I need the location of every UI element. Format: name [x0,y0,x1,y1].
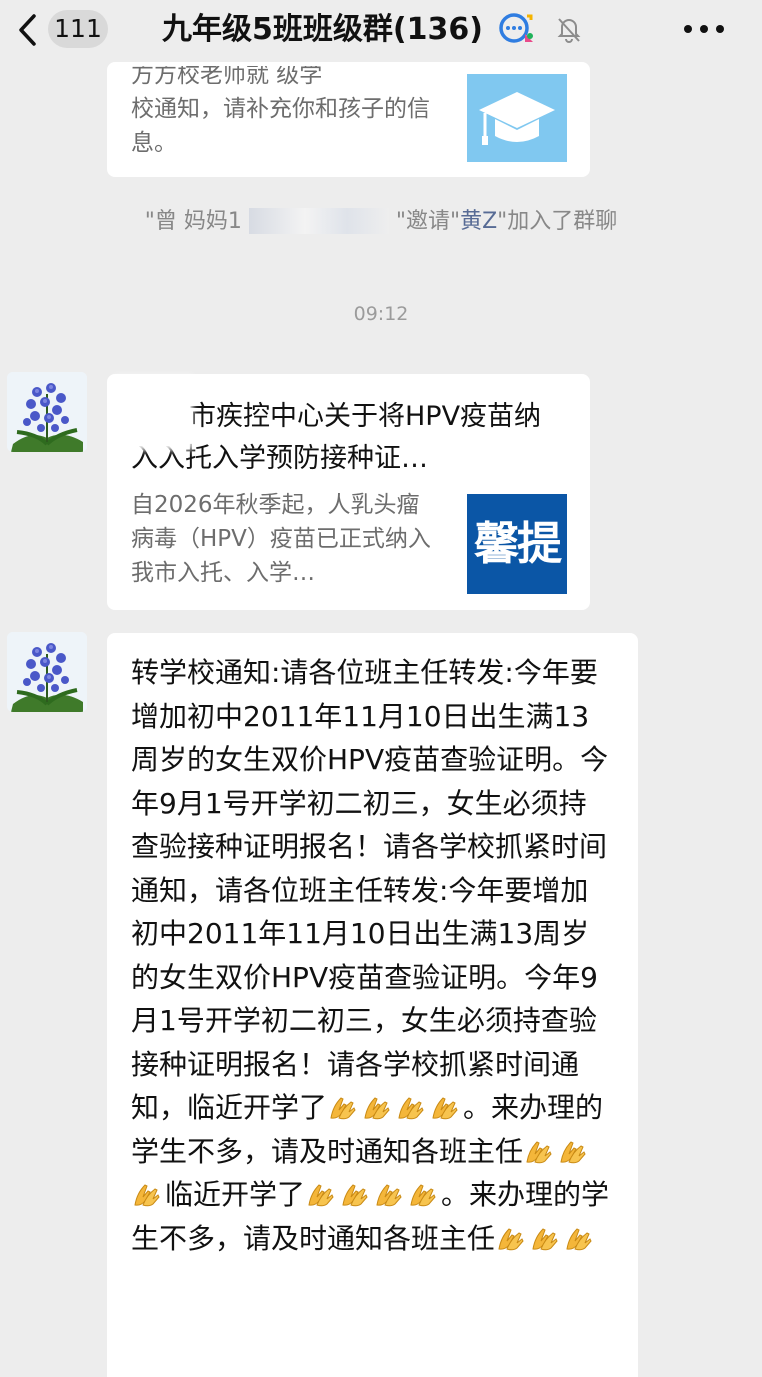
chat-title: 九年级5班班级群(136) [162,12,483,47]
sender-avatar[interactable] [7,372,87,452]
orchid-avatar-icon [7,372,87,452]
back-button[interactable] [14,12,44,48]
message-text: 转学校通知:请各位班主任转发:今年要增加初中2011年11月10日出生满13周岁… [131,651,614,1260]
orchid-avatar-icon [7,632,87,712]
timestamp: 09:12 [353,303,409,325]
folded-hands-icon [327,1091,357,1121]
folded-hands-icon [339,1178,369,1208]
more-options-button[interactable] [682,14,726,44]
sender-avatar[interactable] [7,632,87,712]
card-desc: 校通知，请补充你和孩子的信息。 [131,96,430,156]
folded-hands-icon [529,1222,559,1252]
folded-hands-icon [495,1222,525,1252]
mute-bell-icon [554,14,584,44]
folded-hands-icon [305,1178,335,1208]
folded-hands-icon [395,1091,425,1121]
link-card-school-notice[interactable]: 方方校老师就 级学 校通知，请补充你和孩子的信息。 [107,62,590,177]
text-message-bubble[interactable]: 转学校通知:请各位班主任转发:今年要增加初中2011年11月10日出生满13周岁… [107,633,638,1377]
chevron-left-icon [19,14,36,46]
card-thumbnail-text: 馨提 [467,494,567,594]
system-msg-invited: "邀请" [395,209,461,234]
system-msg-joined: "加入了群聊 [497,209,618,234]
folded-hands-icon [131,1178,161,1208]
system-msg-inviter: "曾 妈妈1 [144,209,242,234]
folded-hands-icon [373,1178,403,1208]
link-card-hpv-notice[interactable]: 市疾控中心关于将HPV疫苗纳入入托入学预防接种证… 自2026年秋季起，人乳头瘤… [107,374,590,610]
card-title: 市疾控中心关于将HPV疫苗纳入入托入学预防接种证… [131,401,542,474]
card-desc: 自2026年秋季起，人乳头瘤病毒（HPV）疫苗已正式纳入我市入托、入学… [131,492,431,586]
card-title-redaction [119,380,189,446]
system-message: "曾 妈妈1 "邀请"黄Z"加入了群聊 [0,206,762,238]
chat-assistant-icon[interactable] [497,12,537,48]
card-thumbnail [467,74,567,162]
chat-header: 111 九年级5班班级群(136) [0,0,762,62]
system-msg-redacted [248,208,389,234]
unread-count-badge[interactable]: 111 [48,10,108,48]
more-dots-icon [684,25,724,33]
message-segment: 临近开学了 [165,1178,306,1211]
folded-hands-icon [429,1091,459,1121]
card-desc-partial-line: 方方校老师就 级学 [131,66,323,88]
folded-hands-icon [407,1178,437,1208]
folded-hands-icon [361,1091,391,1121]
folded-hands-icon [523,1135,553,1165]
system-msg-invitee[interactable]: 黄Z [460,209,497,234]
folded-hands-icon [557,1135,587,1165]
folded-hands-icon [563,1222,593,1252]
graduation-cap-icon [479,92,555,145]
message-segment: 转学校通知:请各位班主任转发:今年要增加初中2011年11月10日出生满13周岁… [131,656,609,1124]
